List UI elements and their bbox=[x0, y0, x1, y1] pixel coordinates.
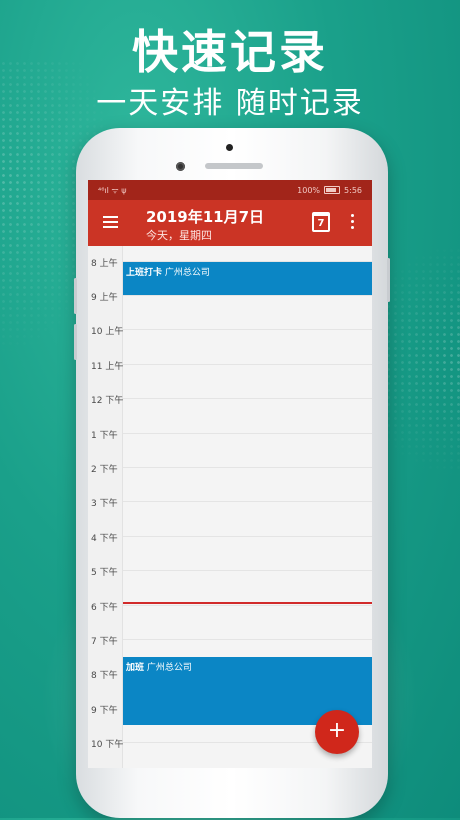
hour-label: 1 下午 bbox=[91, 431, 118, 441]
promo-tagline: 一天安排 随时记录 bbox=[96, 86, 364, 121]
earpiece bbox=[205, 163, 263, 169]
hour-gridline bbox=[123, 329, 372, 330]
front-camera bbox=[176, 162, 185, 171]
hour-gridline bbox=[123, 501, 372, 502]
hour-gridline bbox=[123, 570, 372, 571]
hour-label: 12 下午 bbox=[91, 396, 124, 406]
battery-icon bbox=[324, 186, 341, 194]
hour-label: 10 下午 bbox=[91, 740, 124, 750]
hour-gridline bbox=[123, 536, 372, 537]
hour-label: 9 下午 bbox=[91, 706, 118, 716]
hour-gridline bbox=[123, 605, 372, 606]
volume-down-button bbox=[74, 324, 77, 360]
hour-gridline bbox=[123, 364, 372, 365]
event-block[interactable]: 上班打卡 广州总公司 bbox=[123, 262, 372, 295]
status-time: 5:56 bbox=[344, 185, 362, 195]
hour-label: 4 下午 bbox=[91, 534, 118, 544]
status-bar: ⁴⁶ıl ᯤ ψ 100% 5:56 bbox=[88, 180, 372, 200]
app-bar: 2019年11月7日 今天，星期四 7 bbox=[88, 200, 372, 246]
volume-up-button bbox=[74, 278, 77, 314]
hour-label: 8 上午 bbox=[91, 259, 118, 269]
hour-gridline bbox=[123, 433, 372, 434]
date-title[interactable]: 2019年11月7日 bbox=[146, 206, 264, 227]
event-title: 上班打卡 bbox=[126, 268, 163, 278]
current-time-indicator bbox=[123, 602, 372, 604]
event-location: 广州总公司 bbox=[164, 268, 210, 278]
power-button bbox=[387, 258, 390, 302]
hour-label: 8 下午 bbox=[91, 671, 118, 681]
hour-gridline bbox=[123, 467, 372, 468]
event-location: 广州总公司 bbox=[146, 663, 192, 673]
hour-label: 7 下午 bbox=[91, 637, 118, 647]
phone-screen: ⁴⁶ıl ᯤ ψ 100% 5:56 2019年11月7日 今天，星期四 7 8… bbox=[88, 180, 372, 768]
hour-label: 10 上午 bbox=[91, 327, 124, 337]
hour-label: 5 下午 bbox=[91, 568, 118, 578]
hour-label: 3 下午 bbox=[91, 499, 118, 509]
hour-gridline bbox=[123, 295, 372, 296]
signal-icons: ⁴⁶ıl ᯤ ψ bbox=[98, 185, 127, 195]
proximity-sensor bbox=[226, 144, 233, 151]
date-subtitle: 今天，星期四 bbox=[146, 229, 212, 242]
hour-label: 11 上午 bbox=[91, 362, 124, 372]
hour-label: 9 上午 bbox=[91, 293, 118, 303]
add-event-button[interactable]: + bbox=[315, 710, 359, 754]
hour-label: 6 下午 bbox=[91, 603, 118, 613]
hour-gridline bbox=[123, 398, 372, 399]
battery-percent: 100% bbox=[297, 185, 321, 195]
more-vert-icon[interactable] bbox=[351, 214, 355, 232]
menu-icon[interactable] bbox=[103, 216, 118, 228]
calendar-today-icon[interactable]: 7 bbox=[312, 212, 330, 232]
hour-label: 2 下午 bbox=[91, 465, 118, 475]
hour-gridline bbox=[123, 639, 372, 640]
day-timeline[interactable]: 8 上午 9 上午 10 上午 11 上午 12 下午 1 下午 2 下午 3 … bbox=[88, 246, 372, 768]
promo-title: 快速记录 bbox=[132, 25, 328, 79]
event-title: 加班 bbox=[126, 663, 145, 673]
